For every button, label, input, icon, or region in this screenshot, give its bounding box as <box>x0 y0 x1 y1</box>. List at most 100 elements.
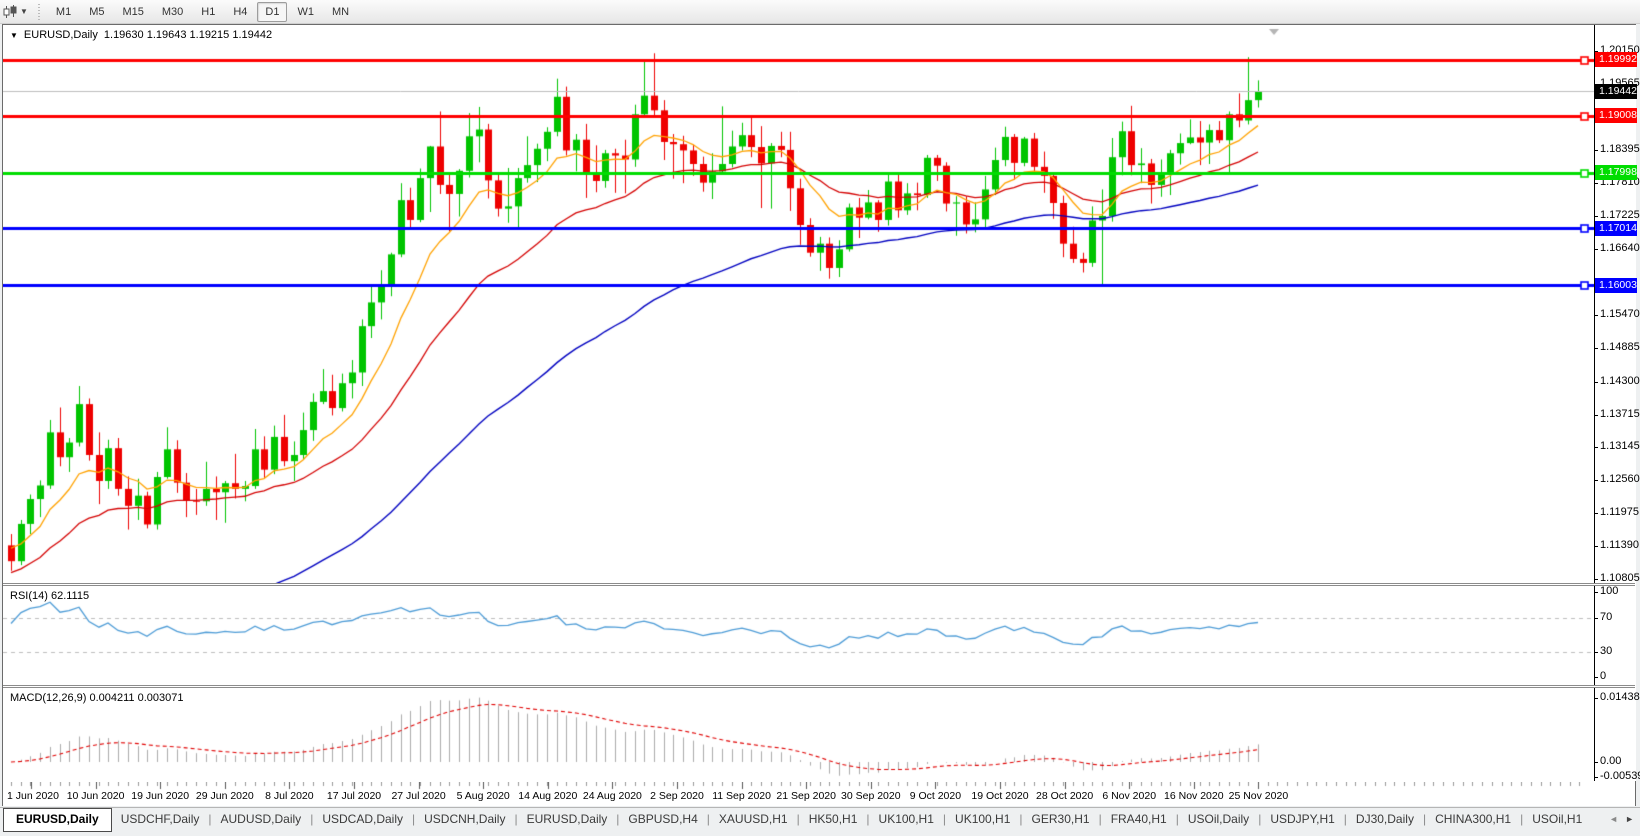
chart-tab[interactable]: CHINA300,H1 <box>1426 808 1520 832</box>
axis-tick-mark <box>1594 447 1598 448</box>
date-axis-label: 5 Aug 2020 <box>457 790 510 802</box>
chevron-down-icon[interactable]: ▼ <box>20 7 28 16</box>
date-axis-label: 19 Oct 2020 <box>971 790 1028 802</box>
price-axis-tick: 1.13145 <box>1600 440 1640 452</box>
chart-tab[interactable]: USDCNH,Daily <box>415 808 514 832</box>
scroll-right-icon[interactable]: ► <box>1625 814 1634 824</box>
chart-tab[interactable]: GER30,H1 <box>1023 808 1099 832</box>
timeframe-button-m15[interactable]: M15 <box>114 2 151 22</box>
rsi-axis-tick: 100 <box>1600 585 1618 597</box>
chart-tab-bar: EURUSD,DailyUSDCHF,Daily|AUDUSD,Daily|US… <box>0 807 1640 836</box>
candlestick-chart-icon <box>3 5 18 19</box>
chart-tab[interactable]: USDJPY,H1 <box>1261 808 1343 832</box>
timeframe-button-h4[interactable]: H4 <box>225 2 255 22</box>
date-axis-label: 2 Sep 2020 <box>650 790 704 802</box>
chart-title: ▼ EURUSD,Daily 1.19630 1.19643 1.19215 1… <box>10 29 272 41</box>
date-axis-label: 17 Jul 2020 <box>327 790 381 802</box>
chart-tab[interactable]: GBPUSD,H4 <box>619 808 706 832</box>
price-axis-tick: 1.13715 <box>1600 408 1640 420</box>
rsi-pane-canvas[interactable] <box>3 587 1594 685</box>
rsi-indicator-label: RSI(14) 62.1115 <box>10 590 89 602</box>
chart-tab[interactable]: EURUSD,Daily <box>518 808 617 832</box>
timeframe-button-w1[interactable]: W1 <box>289 2 322 22</box>
chart-tab[interactable]: XAUUSD,H1 <box>710 808 797 832</box>
axis-tick-mark <box>1594 513 1598 514</box>
chart-tab[interactable]: FRA40,H1 <box>1102 808 1176 832</box>
hline-price-badge: 1.16003 <box>1595 278 1637 293</box>
price-axis-tick: 1.16640 <box>1600 242 1640 254</box>
macd-pane-canvas[interactable] <box>3 689 1594 781</box>
axis-tick-mark <box>1594 652 1598 653</box>
timeframe-button-m5[interactable]: M5 <box>81 2 112 22</box>
date-axis-label: 24 Aug 2020 <box>583 790 642 802</box>
chart-tab[interactable]: USDCAD,Daily <box>313 808 412 832</box>
date-axis-label: 10 Jun 2020 <box>67 790 125 802</box>
axis-tick-mark <box>1594 592 1598 593</box>
chart-tab[interactable]: USOil,H1 <box>1523 808 1591 832</box>
axis-tick-mark <box>1594 315 1598 316</box>
axis-tick-mark <box>1594 382 1598 383</box>
scroll-left-icon[interactable]: ◄ <box>1609 814 1618 824</box>
price-axis-tick: 1.12560 <box>1600 473 1640 485</box>
chart-tab[interactable]: HK50,H1 <box>800 808 867 832</box>
price-axis-tick: 1.10805 <box>1600 572 1640 584</box>
date-axis-label: 16 Nov 2020 <box>1164 790 1224 802</box>
rsi-axis-tick: 0 <box>1600 670 1606 682</box>
timeframe-button-h1[interactable]: H1 <box>193 2 223 22</box>
date-axis-label: 9 Oct 2020 <box>910 790 961 802</box>
chart-tab[interactable]: EURUSD,Daily <box>3 808 112 832</box>
axis-tick-mark <box>1594 546 1598 547</box>
timeframe-button-m1[interactable]: M1 <box>48 2 79 22</box>
macd-indicator-label: MACD(12,26,9) 0.004211 0.003071 <box>10 692 183 704</box>
date-axis-label: 19 Jun 2020 <box>131 790 189 802</box>
axis-tick-mark <box>1594 415 1598 416</box>
hline-price-badge: 1.17998 <box>1595 165 1637 180</box>
rsi-axis-tick: 30 <box>1600 645 1612 657</box>
axis-tick-mark <box>1594 677 1598 678</box>
chart-tab[interactable]: USDCHF,Daily <box>112 808 209 832</box>
date-axis-label: 8 Jul 2020 <box>265 790 313 802</box>
current-price-badge: 1.19442 <box>1595 84 1637 99</box>
price-axis-tick: 1.17225 <box>1600 209 1640 221</box>
axis-tick-mark <box>1594 348 1598 349</box>
axis-tick-mark <box>1594 216 1598 217</box>
collapse-icon[interactable]: ▼ <box>10 31 18 40</box>
axis-tick-mark <box>1594 698 1598 699</box>
timeframe-button-d1[interactable]: D1 <box>257 2 287 22</box>
price-axis-tick: 1.11390 <box>1600 539 1639 551</box>
date-axis-label: 21 Sep 2020 <box>776 790 836 802</box>
timeframe-button-m30[interactable]: M30 <box>154 2 191 22</box>
chart-tab[interactable]: USOil,Daily <box>1179 808 1258 832</box>
pane-splitter[interactable] <box>3 583 1635 586</box>
toolbar-grip[interactable] <box>37 4 42 20</box>
date-axis-label: 11 Sep 2020 <box>712 790 771 802</box>
axis-tick-mark <box>1594 777 1598 778</box>
pane-splitter[interactable] <box>3 685 1635 688</box>
macd-axis-min: -0.005396 <box>1600 770 1640 782</box>
timeframe-buttons: M1M5M15M30H1H4D1W1MN <box>47 6 358 18</box>
chart-type-icon[interactable]: ▼ <box>3 5 28 19</box>
chart-tab[interactable]: UK100,H1 <box>870 808 943 832</box>
hline-price-badge: 1.19992 <box>1595 52 1637 67</box>
chart-window: ▼ EURUSD,Daily 1.19630 1.19643 1.19215 1… <box>2 24 1636 806</box>
chart-tab[interactable]: UK100,H1 <box>946 808 1019 832</box>
axis-tick-mark <box>1594 618 1598 619</box>
date-axis-label: 29 Jun 2020 <box>196 790 254 802</box>
chart-tabs: EURUSD,DailyUSDCHF,Daily|AUDUSD,Daily|US… <box>0 808 1591 832</box>
date-axis-label: 30 Sep 2020 <box>841 790 901 802</box>
date-axis-label: 28 Oct 2020 <box>1036 790 1093 802</box>
price-axis-tick: 1.14885 <box>1600 341 1640 353</box>
price-axis[interactable] <box>1594 25 1636 781</box>
hline-price-badge: 1.19008 <box>1595 108 1637 123</box>
price-axis-tick: 1.11975 <box>1600 506 1639 518</box>
date-axis-label: 27 Jul 2020 <box>391 790 445 802</box>
timeframe-button-mn[interactable]: MN <box>324 2 357 22</box>
chart-tab[interactable]: DJ30,Daily <box>1347 808 1423 832</box>
date-axis-label: 6 Nov 2020 <box>1102 790 1156 802</box>
date-axis-label: 14 Aug 2020 <box>518 790 577 802</box>
price-chart-canvas[interactable] <box>3 25 1594 583</box>
rsi-axis-tick: 70 <box>1600 611 1612 623</box>
axis-tick-mark <box>1594 150 1598 151</box>
chart-tab[interactable]: AUDUSD,Daily <box>212 808 311 832</box>
mt4-terminal: { "toolbar": { "chart_type_icon": "candl… <box>0 0 1640 835</box>
